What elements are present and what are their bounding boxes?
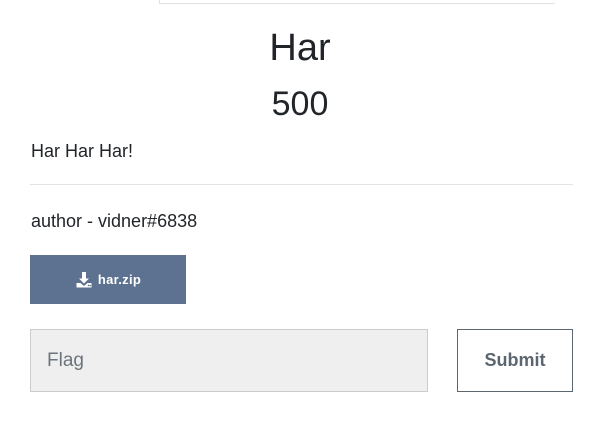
challenge-title: Har bbox=[269, 27, 331, 69]
tab-challenge[interactable] bbox=[30, 0, 158, 4]
download-file-button[interactable]: har.zip bbox=[30, 255, 186, 304]
challenge-tab-strip bbox=[30, 0, 555, 4]
divider bbox=[30, 184, 573, 185]
submit-button[interactable]: Submit bbox=[457, 329, 573, 392]
challenge-author: author - vidner#6838 bbox=[31, 211, 198, 231]
download-icon bbox=[75, 271, 93, 289]
file-name-label: har.zip bbox=[97, 272, 142, 287]
flag-input[interactable] bbox=[30, 329, 428, 392]
challenge-points: 500 bbox=[271, 85, 329, 123]
challenge-description: Har Har Har! bbox=[31, 141, 134, 161]
tab-solves[interactable] bbox=[159, 0, 555, 4]
